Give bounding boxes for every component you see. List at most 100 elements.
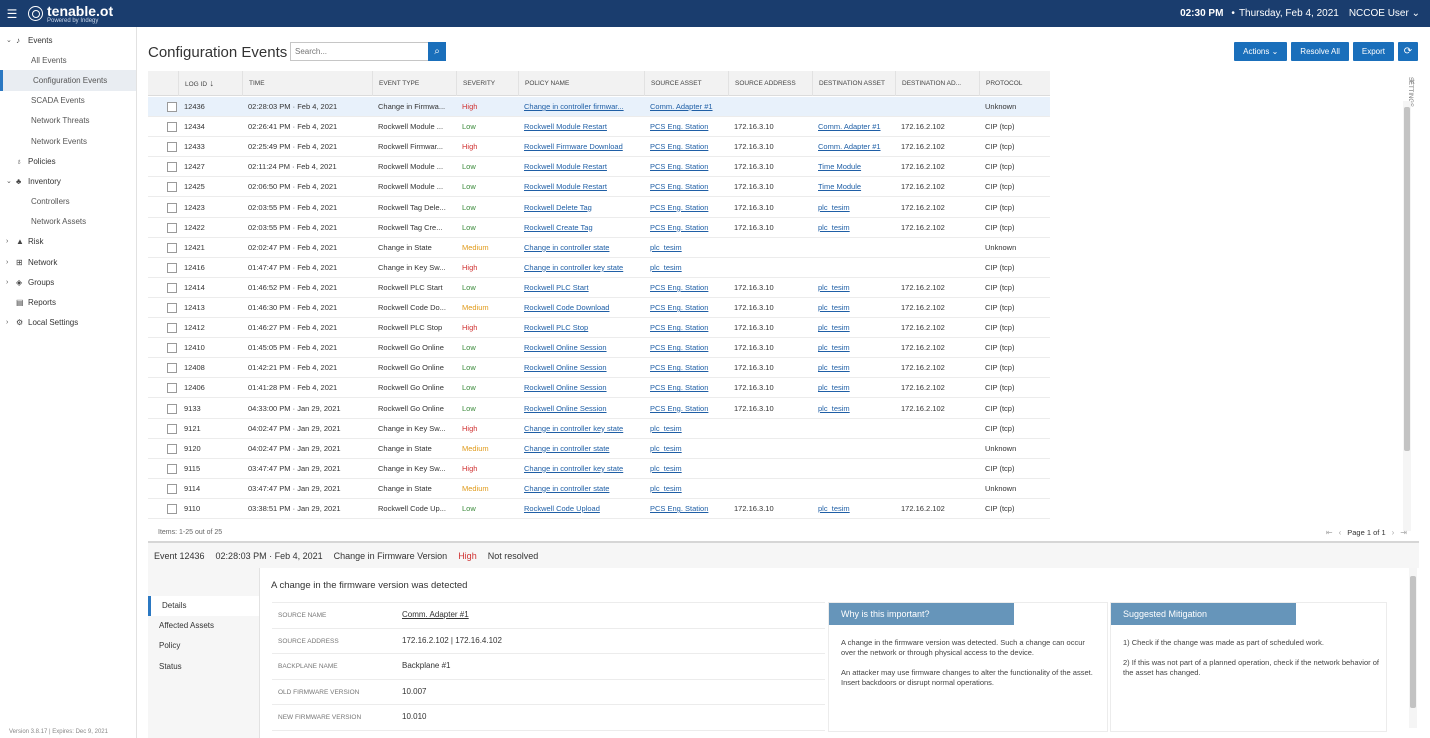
tab-details[interactable]: Details (148, 596, 259, 617)
table-row[interactable]: 12436 02:28:03 PM · Feb 4, 2021 Change in … (148, 97, 1050, 118)
sidebar-item-network-assets[interactable]: Network Assets (0, 212, 136, 232)
table-row[interactable]: 9115 03:47:47 PM · Jan 29, 2021 Change in … (148, 459, 1050, 479)
row-checkbox[interactable] (167, 363, 177, 374)
sidebar-item-policies[interactable]: ♁ Policies (0, 151, 136, 171)
table-row[interactable]: 12414 01:46:52 PM · Feb 4, 2021 Rockwell P… (148, 278, 1050, 298)
table-row[interactable]: 12410 01:45:05 PM · Feb 4, 2021 Rockwell G… (148, 338, 1050, 359)
row-checkbox[interactable] (167, 463, 177, 474)
column-header-src-addr[interactable]: SOURCE ADDRESS (728, 71, 812, 96)
cell-link-policy[interactable]: Rockwell Online Session (524, 383, 607, 392)
cell-link-src-asset[interactable]: PCS Eng. Station (650, 283, 708, 292)
cell-link-dst-asset[interactable]: plc_tesim (818, 303, 850, 312)
cell-link-src-asset[interactable]: PCS Eng. Station (650, 223, 708, 232)
cell-link-policy[interactable]: Change in controller firmwar... (524, 102, 624, 111)
field-value-link[interactable]: Comm. Adapter #1 (402, 610, 469, 619)
cell-link-src-asset[interactable]: plc_tesim (650, 424, 682, 433)
row-checkbox[interactable] (167, 303, 177, 313)
column-header-type[interactable]: EVENT TYPE (372, 71, 456, 96)
cell-link-src-asset[interactable]: PCS Eng. Station (650, 122, 708, 131)
table-scrollbar[interactable] (1403, 101, 1411, 531)
cell-link-src-asset[interactable]: Comm. Adapter #1 (650, 102, 713, 111)
cell-link-src-asset[interactable]: PCS Eng. Station (650, 504, 708, 513)
table-row[interactable]: 12416 01:47:47 PM · Feb 4, 2021 Change in … (148, 258, 1050, 278)
cell-link-dst-asset[interactable]: plc_tesim (818, 283, 850, 292)
row-checkbox[interactable] (167, 282, 177, 293)
cell-link-dst-asset[interactable]: plc_tesim (818, 223, 850, 232)
sidebar-item-network-threats[interactable]: Network Threats (0, 111, 136, 131)
tab-status[interactable]: Status (148, 657, 259, 677)
cell-link-src-asset[interactable]: PCS Eng. Station (650, 323, 708, 332)
cell-link-policy[interactable]: Rockwell Online Session (524, 343, 607, 352)
row-checkbox[interactable] (167, 182, 177, 193)
cell-link-src-asset[interactable]: PCS Eng. Station (650, 404, 708, 413)
sidebar-item-groups[interactable]: › ◈ Groups (0, 272, 136, 292)
cell-link-src-asset[interactable]: PCS Eng. Station (650, 303, 708, 312)
cell-link-dst-asset[interactable]: plc_tesim (818, 404, 850, 413)
detail-scrollbar[interactable] (1409, 568, 1417, 728)
table-row[interactable]: 9114 03:47:47 PM · Jan 29, 2021 Change in … (148, 479, 1050, 499)
row-checkbox[interactable] (167, 202, 177, 213)
cell-link-src-asset[interactable]: PCS Eng. Station (650, 203, 708, 212)
cell-link-policy[interactable]: Rockwell Online Session (524, 404, 607, 413)
row-checkbox[interactable] (167, 222, 177, 233)
row-checkbox[interactable] (167, 423, 177, 434)
row-checkbox[interactable] (167, 122, 177, 133)
table-row[interactable]: 9121 04:02:47 PM · Jan 29, 2021 Change in … (148, 419, 1050, 439)
cell-link-dst-asset[interactable]: plc_tesim (818, 343, 850, 352)
cell-link-dst-asset[interactable]: plc_tesim (818, 203, 850, 212)
refresh-button[interactable]: ⟳ (1398, 42, 1418, 61)
sidebar-item-risk[interactable]: › ▲ Risk (0, 232, 136, 252)
column-header-time[interactable]: TIME (242, 71, 372, 96)
cell-link-src-asset[interactable]: PCS Eng. Station (650, 162, 708, 171)
table-row[interactable]: 12406 01:41:28 PM · Feb 4, 2021 Rockwell G… (148, 378, 1050, 399)
cell-link-policy[interactable]: Rockwell Module Restart (524, 162, 607, 171)
cell-link-dst-asset[interactable]: plc_tesim (818, 383, 850, 392)
row-checkbox[interactable] (167, 262, 177, 273)
cell-link-policy[interactable]: Rockwell PLC Stop (524, 323, 588, 332)
cell-link-src-asset[interactable]: PCS Eng. Station (650, 142, 708, 151)
first-page-icon[interactable]: ⇤ (1326, 528, 1333, 537)
cell-link-src-asset[interactable]: plc_tesim (650, 243, 682, 252)
cell-link-src-asset[interactable]: PCS Eng. Station (650, 343, 708, 352)
table-row[interactable]: 12422 02:03:55 PM · Feb 4, 2021 Rockwell T… (148, 218, 1050, 238)
cell-link-dst-asset[interactable]: plc_tesim (818, 363, 850, 372)
row-checkbox[interactable] (167, 403, 177, 414)
cell-link-policy[interactable]: Change in controller state (524, 484, 609, 493)
table-row[interactable]: 9120 04:02:47 PM · Jan 29, 2021 Change in … (148, 439, 1050, 459)
table-row[interactable]: 12423 02:03:55 PM · Feb 4, 2021 Rockwell T… (148, 198, 1050, 218)
cell-link-dst-asset[interactable]: plc_tesim (818, 323, 850, 332)
sidebar-item-network[interactable]: › ⊞ Network (0, 252, 136, 272)
cell-link-src-asset[interactable]: plc_tesim (650, 444, 682, 453)
row-checkbox[interactable] (167, 443, 177, 454)
cell-link-policy[interactable]: Change in controller key state (524, 464, 623, 473)
row-checkbox[interactable] (167, 142, 177, 153)
cell-link-src-asset[interactable]: PCS Eng. Station (650, 383, 708, 392)
row-checkbox[interactable] (167, 323, 177, 334)
cell-link-policy[interactable]: Rockwell PLC Start (524, 283, 589, 292)
sidebar-item-events[interactable]: ⌄ ♪ Events (0, 30, 136, 50)
sidebar-item-configuration-events[interactable]: Configuration Events (0, 70, 136, 91)
column-header-policy[interactable]: POLICY NAME (518, 71, 644, 96)
table-row[interactable]: 12412 01:46:27 PM · Feb 4, 2021 Rockwell P… (148, 318, 1050, 339)
sidebar-item-scada-events[interactable]: SCADA Events (0, 91, 136, 111)
search-input[interactable] (290, 42, 428, 61)
table-row[interactable]: 12433 02:25:49 PM · Feb 4, 2021 Rockwell F… (148, 137, 1050, 158)
sidebar-item-controllers[interactable]: Controllers (0, 192, 136, 212)
tab-policy[interactable]: Policy (148, 636, 259, 656)
cell-link-policy[interactable]: Rockwell Firmware Download (524, 142, 623, 151)
search-button[interactable]: ⌕ (428, 42, 446, 61)
resolve-all-button[interactable]: Resolve All (1291, 42, 1349, 61)
hamburger-menu-icon[interactable]: ☰ (0, 7, 24, 21)
row-checkbox[interactable] (167, 504, 177, 514)
cell-link-src-asset[interactable]: PCS Eng. Station (650, 363, 708, 372)
cell-link-src-asset[interactable]: plc_tesim (650, 263, 682, 272)
cell-link-policy[interactable]: Rockwell Module Restart (524, 122, 607, 131)
next-page-icon[interactable]: › (1392, 528, 1395, 537)
column-header-src-asset[interactable]: SOURCE ASSET (644, 71, 728, 96)
cell-link-policy[interactable]: Change in controller state (524, 444, 609, 453)
cell-link-policy[interactable]: Rockwell Create Tag (524, 223, 593, 232)
cell-link-dst-asset[interactable]: Comm. Adapter #1 (818, 142, 881, 151)
sidebar-item-network-events[interactable]: Network Events (0, 131, 136, 151)
column-header-id[interactable]: LOG ID ↓ (178, 71, 242, 96)
tab-affected-assets[interactable]: Affected Assets (148, 616, 259, 636)
